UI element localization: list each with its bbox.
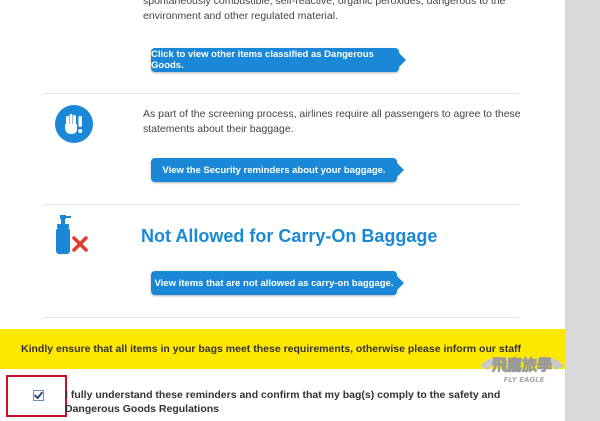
view-dangerous-goods-button[interactable]: Click to view other items classified as …: [151, 48, 399, 72]
view-dangerous-goods-button-label: Click to view other items classified as …: [151, 49, 374, 71]
dangerous-goods-description: spontaneously combustible, self-reactive…: [143, 0, 506, 22]
right-gray-panel: [565, 0, 600, 421]
security-description: As part of the screening process, airlin…: [143, 108, 521, 135]
watermark-chinese-text: 飛鷹旅學: [491, 356, 552, 374]
no-liquids-icon: [50, 213, 94, 257]
view-security-reminders-button-label: View the Security reminders about your b…: [162, 164, 386, 176]
not-allowed-heading: Not Allowed for Carry-On Baggage: [141, 226, 438, 246]
confirmation-checkbox[interactable]: [33, 390, 44, 401]
checkmark-icon: [34, 391, 43, 399]
section-divider: [44, 204, 519, 205]
fly-eagle-watermark-logo: 飛鷹旅學 FLY EAGLE: [474, 348, 570, 388]
notice-text: Kindly ensure that all items in your bag…: [21, 343, 522, 355]
view-not-allowed-items-button-label: View items that are not allowed as carry…: [154, 277, 394, 289]
section-divider: [44, 93, 519, 94]
view-not-allowed-items-button[interactable]: View items that are not allowed as carry…: [151, 271, 397, 295]
confirmation-label: I fully understand these reminders and c…: [65, 389, 501, 415]
view-security-reminders-button[interactable]: View the Security reminders about your b…: [151, 158, 397, 182]
section-divider: [44, 317, 519, 318]
hand-warning-icon: [55, 105, 93, 143]
watermark-english-text: FLY EAGLE: [504, 376, 545, 384]
